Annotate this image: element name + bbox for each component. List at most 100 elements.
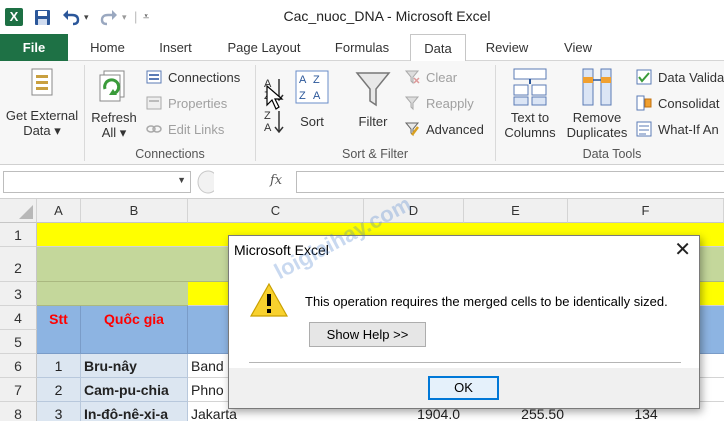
row-header-2[interactable]: 2: [0, 247, 37, 282]
what-if-icon: [636, 121, 652, 137]
row-header-5[interactable]: 5: [0, 330, 37, 354]
group-label-connections: Connections: [135, 147, 205, 161]
text-to-columns-label: Text to: [510, 110, 550, 125]
mouse-cursor-icon: [266, 85, 284, 110]
tab-view[interactable]: View: [552, 34, 604, 61]
tab-data[interactable]: Data: [410, 34, 466, 62]
edit-links-button[interactable]: Edit Links: [168, 121, 224, 138]
row-header-6[interactable]: 6: [0, 354, 37, 378]
dialog-divider: [249, 362, 681, 363]
window-title: Cac_nuoc_DNA - Microsoft Excel: [283, 8, 491, 24]
row-header-1[interactable]: 1: [0, 223, 37, 247]
filter-icon: [355, 72, 391, 107]
reapply-icon: [404, 96, 420, 111]
header-stt[interactable]: Stt: [37, 306, 81, 354]
refresh-all-button[interactable]: Refresh All ▾: [88, 67, 140, 140]
remove-duplicates-icon: [582, 68, 612, 106]
select-all-triangle-icon: [19, 205, 33, 219]
column-header-e[interactable]: E: [464, 199, 568, 223]
cell-row-3-band[interactable]: [37, 282, 188, 306]
ribbon-data: Get External Data ▾ Refresh All ▾ Connec…: [0, 61, 724, 165]
tab-home[interactable]: Home: [80, 34, 135, 61]
tab-page-layout[interactable]: Page Layout: [218, 34, 310, 61]
text-to-columns-label-2: Columns: [504, 125, 556, 140]
reapply-button[interactable]: Reapply: [426, 95, 474, 112]
svg-text:A: A: [313, 90, 321, 102]
text-to-columns-icon: [513, 68, 547, 106]
svg-text:A: A: [264, 122, 272, 133]
tab-review[interactable]: Review: [476, 34, 538, 61]
row-header-4[interactable]: 4: [0, 306, 37, 330]
cell-b6[interactable]: Bru-nây: [81, 354, 188, 378]
properties-button[interactable]: Properties: [168, 95, 227, 112]
connections-button[interactable]: Connections: [168, 69, 240, 86]
get-external-data-label: Get External: [5, 108, 79, 123]
group-separator: [255, 65, 256, 161]
group-separator: [84, 65, 85, 161]
sort-button[interactable]: A Z Z A Sort: [292, 69, 332, 129]
cell-a7[interactable]: 2: [37, 378, 81, 402]
tab-file[interactable]: File: [0, 34, 68, 61]
name-box-dropdown-icon[interactable]: ▼: [177, 175, 186, 185]
remove-duplicates-button[interactable]: Remove Duplicates: [564, 67, 630, 140]
svg-text:Z: Z: [264, 110, 271, 122]
edit-links-icon: [146, 125, 162, 133]
text-to-columns-button[interactable]: Text to Columns: [500, 67, 560, 140]
cell-a8[interactable]: 3: [37, 402, 81, 421]
advanced-button[interactable]: Advanced: [426, 121, 484, 138]
cell-a6[interactable]: 1: [37, 354, 81, 378]
cell-b8[interactable]: In-đô-nê-xi-a: [81, 402, 188, 421]
column-header-b[interactable]: B: [81, 199, 188, 223]
advanced-filter-icon: [404, 122, 420, 137]
group-label-sort-filter: Sort & Filter: [342, 147, 408, 161]
close-icon[interactable]: ✕: [674, 239, 691, 261]
filter-label: Filter: [358, 114, 388, 129]
refresh-all-label: Refresh: [91, 110, 137, 125]
clear-button[interactable]: Clear: [426, 69, 457, 86]
tab-insert[interactable]: Insert: [148, 34, 203, 61]
what-if-button[interactable]: What-If An: [658, 121, 719, 138]
dialog-title-bar: Microsoft Excel ✕: [229, 236, 699, 264]
consolidate-icon: [636, 95, 652, 111]
column-header-f[interactable]: F: [568, 199, 724, 223]
title-bar: X ▾ ▾ | ⩡ Cac_nuoc_DNA - Microsoft Excel: [0, 0, 724, 34]
svg-text:A: A: [299, 74, 307, 86]
sort-label: Sort: [300, 114, 324, 129]
ok-button[interactable]: OK: [428, 376, 499, 400]
remove-duplicates-label-2: Duplicates: [566, 125, 628, 140]
data-validation-icon: [636, 69, 652, 85]
name-box[interactable]: ▼: [3, 171, 191, 193]
group-separator: [495, 65, 496, 161]
warning-icon: [249, 282, 289, 317]
cell-b7[interactable]: Cam-pu-chia: [81, 378, 188, 402]
header-quoc-gia-text: Quốc gia: [104, 311, 164, 327]
tab-formulas[interactable]: Formulas: [324, 34, 400, 61]
get-external-data-button[interactable]: Get External Data ▾: [2, 67, 82, 138]
column-header-d[interactable]: D: [364, 199, 464, 223]
dialog-footer: OK: [229, 368, 699, 408]
dialog-title: Microsoft Excel: [234, 242, 329, 258]
formula-bar-splitter[interactable]: [194, 169, 214, 195]
refresh-icon: [99, 70, 125, 102]
properties-icon: [146, 96, 162, 110]
row-header-3[interactable]: 3: [0, 282, 37, 306]
column-header-a[interactable]: A: [37, 199, 81, 223]
remove-duplicates-label: Remove: [572, 110, 622, 125]
error-dialog: Microsoft Excel ✕ This operation require…: [228, 235, 700, 409]
filter-button[interactable]: Filter: [350, 69, 396, 129]
formula-input[interactable]: [296, 171, 724, 193]
select-all-corner[interactable]: [0, 199, 37, 223]
show-help-button[interactable]: Show Help >>: [309, 322, 426, 347]
consolidate-button[interactable]: Consolidat: [658, 95, 719, 112]
row-header-8[interactable]: 8: [0, 402, 37, 421]
header-quoc-gia[interactable]: Quốc gia: [81, 306, 188, 354]
data-validation-button[interactable]: Data Valida: [658, 69, 724, 86]
get-external-data-label-2: Data ▾: [23, 123, 61, 138]
dialog-body: This operation requires the merged cells…: [229, 264, 699, 408]
row-header-7[interactable]: 7: [0, 378, 37, 402]
column-header-c[interactable]: C: [188, 199, 364, 223]
formula-bar: ▼ fx: [0, 165, 724, 199]
insert-function-button[interactable]: fx: [270, 173, 282, 188]
dialog-message: This operation requires the merged cells…: [305, 294, 668, 309]
group-label-data-tools: Data Tools: [582, 147, 642, 161]
